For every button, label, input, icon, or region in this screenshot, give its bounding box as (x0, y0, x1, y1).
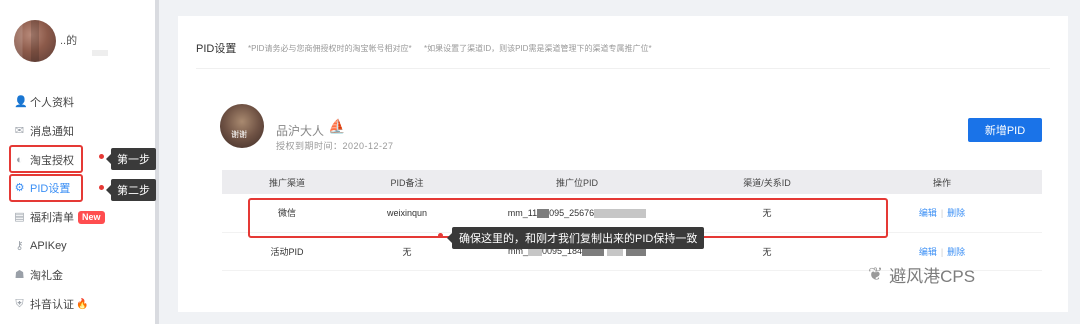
delete-link[interactable]: 删除 (947, 247, 965, 257)
edit-link[interactable]: 编辑 (919, 247, 937, 257)
hint-dot (438, 233, 443, 238)
step1-tooltip: 第一步 (106, 148, 156, 170)
edit-link[interactable]: 编辑 (919, 208, 937, 218)
sidebar-item-label: 福利清单 (30, 212, 74, 224)
username: ..的 (60, 35, 78, 47)
new-badge: New (78, 210, 105, 224)
column-header-pid: 推广位PID (462, 170, 692, 194)
separator: | (940, 208, 944, 219)
sidebar-item-label: 抖音认证 (30, 299, 74, 311)
column-header-remark: PID备注 (352, 170, 462, 194)
person-icon: 👤 (14, 95, 28, 108)
boat-icon: ⛵ (328, 118, 346, 134)
pid-note-1: *PID请务必与您商佣授权时的淘宝帐号相对应* (248, 44, 412, 53)
sidebar-item-profile[interactable]: 👤 个人资料 (14, 92, 74, 112)
shop-avatar: 谢谢 (220, 104, 264, 148)
column-header-relation: 渠道/关系ID (692, 170, 842, 194)
step1-dot (99, 154, 104, 159)
sidebar-item-welfare[interactable]: ▤ 福利清单 New (14, 207, 105, 227)
username-blur (92, 50, 108, 56)
sidebar-item-apikey[interactable]: ⚷ APIKey (14, 236, 67, 256)
pid-note-2: *如果设置了渠道ID，则该PID需是渠道管理下的渠道专属推广位* (424, 44, 652, 53)
delete-link[interactable]: 删除 (947, 208, 965, 218)
wechat-icon: ❦ (868, 264, 884, 284)
watermark-text: 避风港CPS (889, 267, 976, 286)
avatar[interactable] (14, 20, 56, 62)
sidebar-item-label: APIKey (30, 240, 67, 252)
step2-dot (99, 185, 104, 190)
table-header-row: 推广渠道 PID备注 推广位PID 渠道/关系ID 操作 (222, 170, 1042, 194)
shield-icon: ⛨ (15, 297, 24, 310)
sidebar-item-label: 个人资料 (30, 97, 74, 109)
column-header-actions: 操作 (842, 170, 1042, 194)
shop-name: 品沪大人 (276, 124, 325, 138)
shop-avatar-text: 谢谢 (231, 130, 247, 139)
sidebar-item-messages[interactable]: ✉ 消息通知 (14, 121, 74, 141)
sidebar-item-douyin-auth[interactable]: ⛨ 抖音认证 🔥 (14, 294, 88, 314)
step2-highlight (9, 174, 83, 202)
gift-icon: ☗ (14, 268, 25, 281)
auth-expiry-time: 授权到期时间：2020-12-27 (276, 141, 394, 151)
watermark: ❦ 避风港CPS (868, 262, 975, 287)
hint-tooltip: 确保这里的，和刚才我们复制出来的PID保持一致 (446, 227, 705, 249)
step2-tooltip: 第二步 (106, 179, 156, 201)
sidebar-item-label: 消息通知 (30, 126, 74, 138)
separator: | (940, 246, 944, 257)
sidebar-item-label: 淘礼金 (30, 270, 63, 282)
mail-icon: ✉ (14, 124, 25, 137)
sidebar-item-tao-gift[interactable]: ☗ 淘礼金 (14, 265, 63, 285)
step1-highlight (9, 145, 83, 173)
divider (196, 68, 1050, 69)
fire-icon: 🔥 (76, 298, 89, 310)
page-title: PID设置 (196, 43, 237, 55)
add-pid-button[interactable]: 新增PID (968, 118, 1042, 142)
column-header-channel: 推广渠道 (222, 170, 352, 194)
key-icon: ⚷ (15, 239, 24, 252)
list-icon: ▤ (14, 210, 25, 223)
